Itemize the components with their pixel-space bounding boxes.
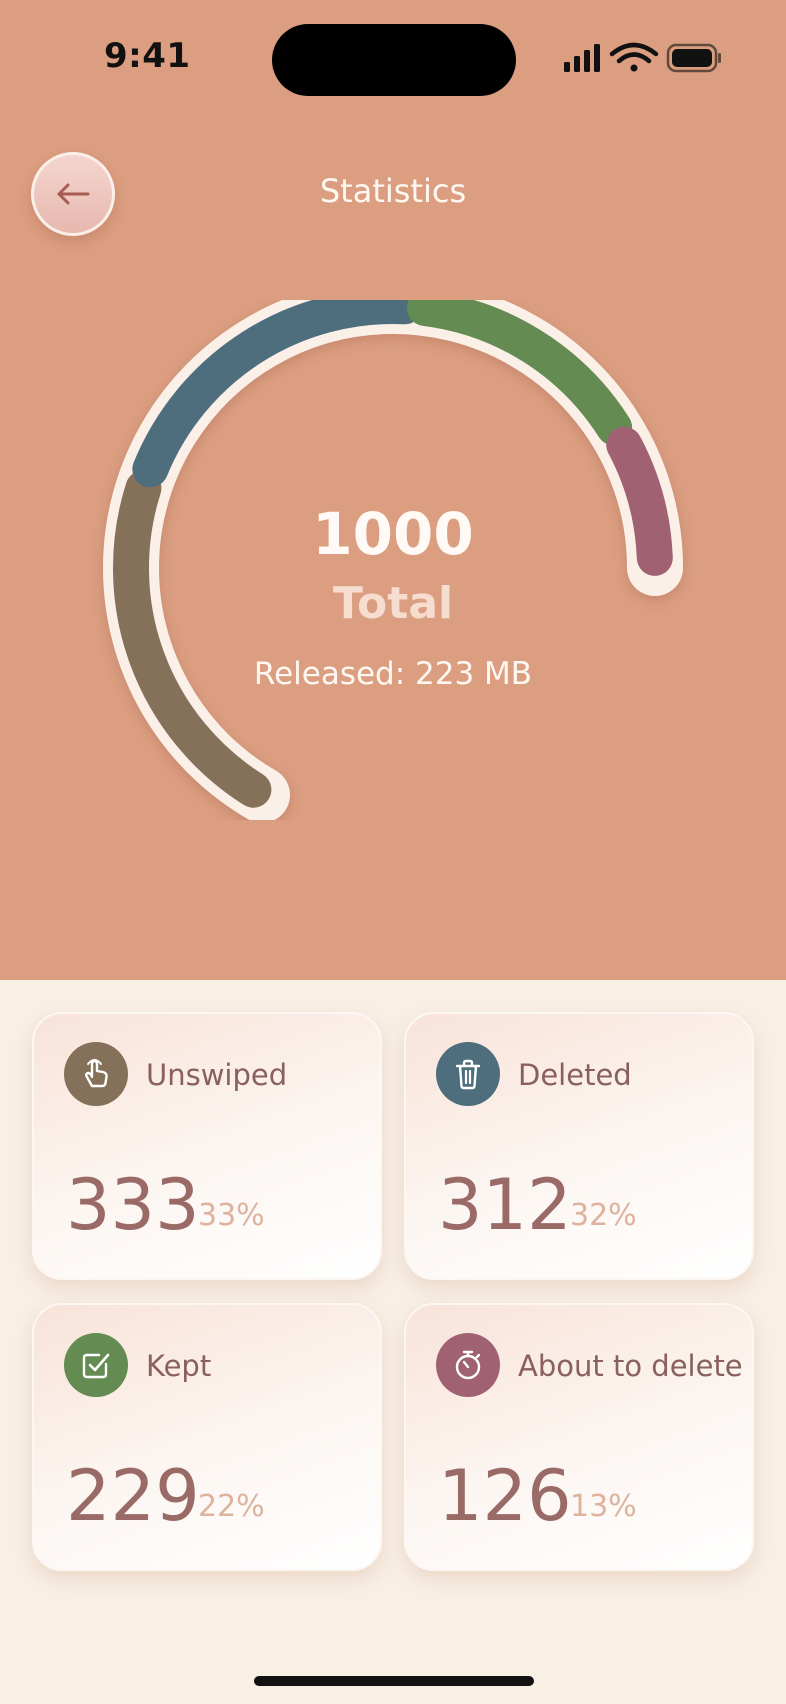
stat-card-unswiped[interactable]: Unswiped 333 33%	[32, 1012, 382, 1280]
card-value: 312	[438, 1164, 572, 1246]
stat-card-deleted[interactable]: Deleted 312 32%	[404, 1012, 754, 1280]
stat-card-about-to-delete[interactable]: About to delete 126 13%	[404, 1303, 754, 1571]
card-label: Deleted	[518, 1058, 632, 1092]
trash-icon	[436, 1042, 500, 1106]
card-label: About to delete	[518, 1349, 743, 1383]
card-label: Unswiped	[146, 1058, 288, 1092]
wifi-icon	[609, 42, 659, 72]
card-label: Kept	[146, 1349, 212, 1383]
page-title: Statistics	[319, 172, 467, 210]
total-label: Total	[332, 578, 454, 629]
card-percent: 22%	[198, 1489, 265, 1524]
released-value: 223 MB	[415, 656, 533, 692]
card-percent: 33%	[198, 1198, 265, 1233]
status-time: 9:41	[104, 36, 191, 76]
card-percent: 13%	[570, 1489, 637, 1524]
check-square-icon	[64, 1333, 128, 1397]
signal-icon	[564, 44, 600, 72]
hand-swipe-icon	[64, 1042, 128, 1106]
card-value: 229	[66, 1455, 200, 1537]
released-info: Released: 223 MB	[0, 656, 786, 692]
status-icons	[564, 42, 721, 73]
home-indicator	[254, 1676, 534, 1686]
battery-icon	[666, 43, 721, 73]
released-label: Released:	[253, 656, 406, 692]
stat-card-kept[interactable]: Kept 229 22%	[32, 1303, 382, 1571]
card-percent: 32%	[570, 1198, 637, 1233]
timer-icon	[436, 1333, 500, 1397]
dynamic-island	[272, 24, 516, 96]
card-value: 126	[438, 1455, 572, 1537]
total-count: 1000	[312, 500, 474, 568]
card-value: 333	[66, 1164, 200, 1246]
